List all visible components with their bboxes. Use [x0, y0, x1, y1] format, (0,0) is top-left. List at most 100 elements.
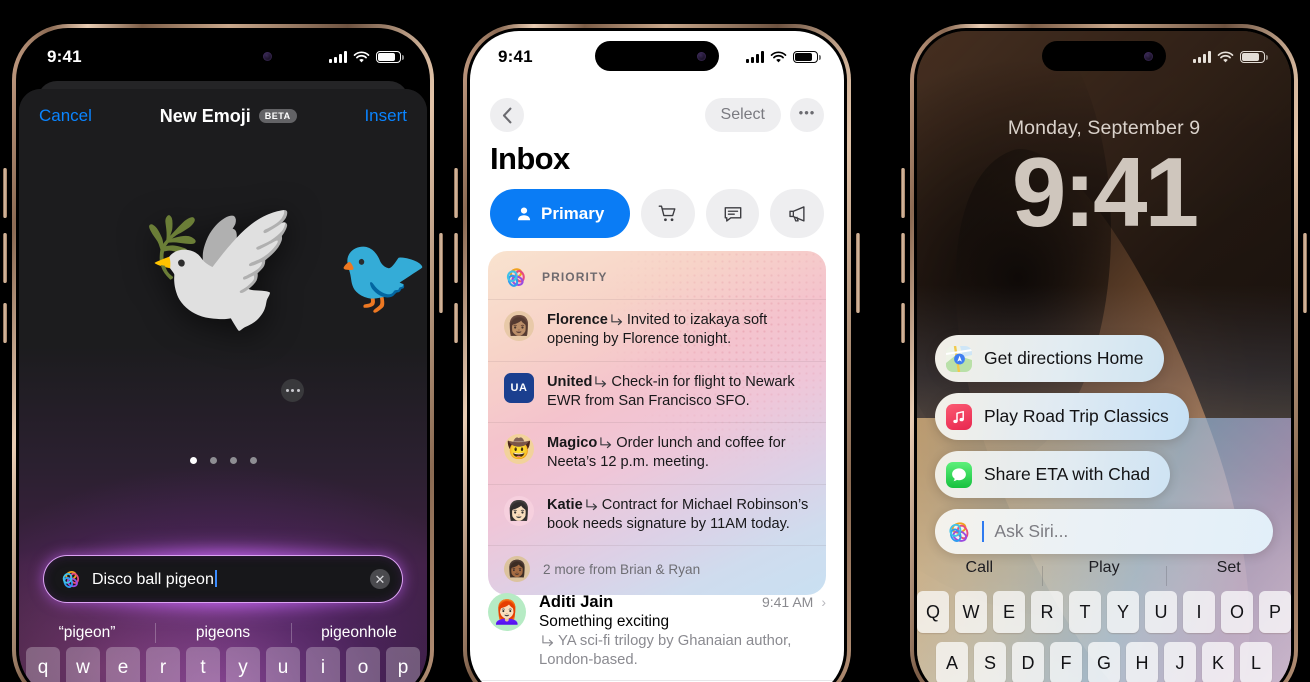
power-button[interactable]	[856, 233, 860, 313]
action-button[interactable]	[3, 303, 7, 343]
key-H[interactable]: H	[1126, 642, 1158, 682]
volume-down-button[interactable]	[3, 233, 7, 283]
more-options-button[interactable]: •••	[790, 98, 824, 132]
prediction-1[interactable]: Play	[1042, 559, 1167, 593]
suggestion-2[interactable]: pigeonhole	[291, 624, 427, 642]
insert-button[interactable]: Insert	[364, 106, 407, 126]
mail-subject: Something exciting	[539, 613, 670, 630]
key-F[interactable]: F	[1050, 642, 1082, 682]
siri-chip-messages[interactable]: Share ETA with Chad	[935, 451, 1171, 498]
chevron-right-icon[interactable]: ›	[821, 594, 826, 610]
megaphone-icon	[789, 205, 805, 222]
priority-row[interactable]: 👩🏽 Florence Invited to izakaya soft openi…	[488, 299, 826, 361]
cancel-button[interactable]: Cancel	[39, 106, 92, 126]
key-K[interactable]: K	[1202, 642, 1234, 682]
emoji-carousel[interactable]: 🕊️ 🐦	[19, 167, 427, 467]
priority-row-text: Magico Order lunch and coffee for Neeta’s…	[547, 434, 810, 473]
key-t[interactable]: t	[186, 647, 220, 682]
generated-emoji-secondary[interactable]: 🐦	[337, 239, 427, 313]
key-Y[interactable]: Y	[1107, 591, 1139, 633]
key-U[interactable]: U	[1145, 591, 1177, 633]
page-dot[interactable]	[189, 457, 197, 464]
mail-list: 👩🏻‍🦰 Aditi Jain 9:41 AM › Something exci…	[470, 583, 844, 682]
prediction-0[interactable]: Call	[917, 559, 1042, 593]
priority-row[interactable]: 👩🏻 Katie Contract for Michael Robinson’s …	[488, 483, 826, 546]
mail-preview-row: YA sci-fi trilogy by Ghanaian author, Lo…	[539, 632, 826, 670]
reply-arrow-icon	[611, 314, 622, 326]
priority-row[interactable]: UA United Check-in for flight to Newark E…	[488, 360, 826, 423]
key-J[interactable]: J	[1164, 642, 1196, 682]
back-button[interactable]	[490, 98, 524, 132]
keyboard-row-1: q w e r t y u i o p	[19, 647, 427, 682]
priority-row[interactable]: 🤠 Magico Order lunch and coffee for Neeta…	[488, 422, 826, 484]
volume-up-button[interactable]	[454, 168, 458, 218]
volume-down-button[interactable]	[901, 233, 905, 283]
key-Q[interactable]: Q	[917, 591, 949, 633]
key-T[interactable]: T	[1069, 591, 1101, 633]
prediction-2[interactable]: Set	[1166, 559, 1291, 593]
clear-text-icon[interactable]: ✕	[370, 569, 390, 589]
emoji-prompt-input[interactable]: Disco ball pigeon ✕	[43, 555, 403, 603]
power-button[interactable]	[1303, 233, 1307, 313]
key-P[interactable]: P	[1259, 591, 1291, 633]
key-L[interactable]: L	[1240, 642, 1272, 682]
tab-updates[interactable]	[705, 189, 760, 238]
key-y[interactable]: y	[226, 647, 260, 682]
cart-icon	[658, 205, 676, 221]
key-D[interactable]: D	[1012, 642, 1044, 682]
ask-siri-input[interactable]: Ask Siri...	[935, 509, 1273, 554]
suggestion-0[interactable]: “pigeon”	[19, 624, 155, 642]
key-G[interactable]: G	[1088, 642, 1120, 682]
keyboard-row-2: A S D F G H J K L	[917, 642, 1291, 682]
predictive-suggestions-bar: Call Play Set	[917, 559, 1291, 593]
key-o[interactable]: o	[346, 647, 380, 682]
key-A[interactable]: A	[936, 642, 968, 682]
carousel-page-dots[interactable]	[19, 457, 427, 464]
action-button[interactable]	[901, 303, 905, 343]
key-W[interactable]: W	[955, 591, 987, 633]
action-button[interactable]	[454, 303, 458, 343]
suggestion-1[interactable]: pigeons	[155, 624, 291, 642]
front-camera-icon	[1144, 51, 1153, 61]
emoji-more-options-icon[interactable]	[281, 379, 304, 402]
key-E[interactable]: E	[993, 591, 1025, 633]
emoji-prompt-field-wrap: Disco ball pigeon ✕	[39, 547, 407, 611]
volume-up-button[interactable]	[901, 168, 905, 218]
sheet-title-group: New Emoji BETA	[160, 106, 297, 127]
priority-summary-card[interactable]: PRIORITY 👩🏽 Florence Invited to izakaya s…	[488, 251, 826, 595]
select-button[interactable]: Select	[704, 98, 781, 132]
key-u[interactable]: u	[266, 647, 300, 682]
battery-icon	[376, 50, 404, 64]
key-e[interactable]: e	[106, 647, 140, 682]
reply-arrow-icon	[586, 498, 597, 510]
volume-up-button[interactable]	[3, 168, 7, 218]
key-I[interactable]: I	[1183, 591, 1215, 633]
page-dot[interactable]	[249, 457, 257, 464]
siri-chip-music[interactable]: Play Road Trip Classics	[935, 393, 1189, 440]
mail-list-item[interactable]: 👩🏻‍🦰 Aditi Jain 9:41 AM › Something exci…	[470, 583, 844, 680]
keyboard[interactable]: q w e r t y u i o p	[19, 647, 427, 682]
tab-promotions[interactable]	[770, 189, 825, 238]
tab-transactions[interactable]	[641, 189, 695, 238]
key-p[interactable]: p	[386, 647, 420, 682]
page-dot[interactable]	[209, 457, 217, 464]
volume-down-button[interactable]	[454, 233, 458, 283]
keyboard[interactable]: Q W E R T Y U I O P A S D F G H J K L	[917, 591, 1291, 682]
key-q[interactable]: q	[26, 647, 60, 682]
siri-chip-directions[interactable]: Get directions Home	[935, 335, 1164, 382]
key-w[interactable]: w	[66, 647, 100, 682]
dynamic-island	[161, 41, 285, 71]
power-button[interactable]	[439, 233, 443, 313]
generated-emoji-primary[interactable]: 🕊️	[139, 202, 298, 330]
key-S[interactable]: S	[974, 642, 1006, 682]
cellular-signal-icon	[746, 51, 764, 63]
tab-primary[interactable]: Primary	[490, 189, 631, 238]
key-R[interactable]: R	[1031, 591, 1063, 633]
page-dot[interactable]	[229, 457, 237, 464]
key-i[interactable]: i	[306, 647, 340, 682]
apple-intelligence-icon	[506, 268, 525, 287]
key-O[interactable]: O	[1221, 591, 1253, 633]
key-r[interactable]: r	[146, 647, 180, 682]
emoji-prompt-value: Disco ball pigeon	[92, 569, 370, 589]
status-time: 9:41	[47, 47, 82, 66]
